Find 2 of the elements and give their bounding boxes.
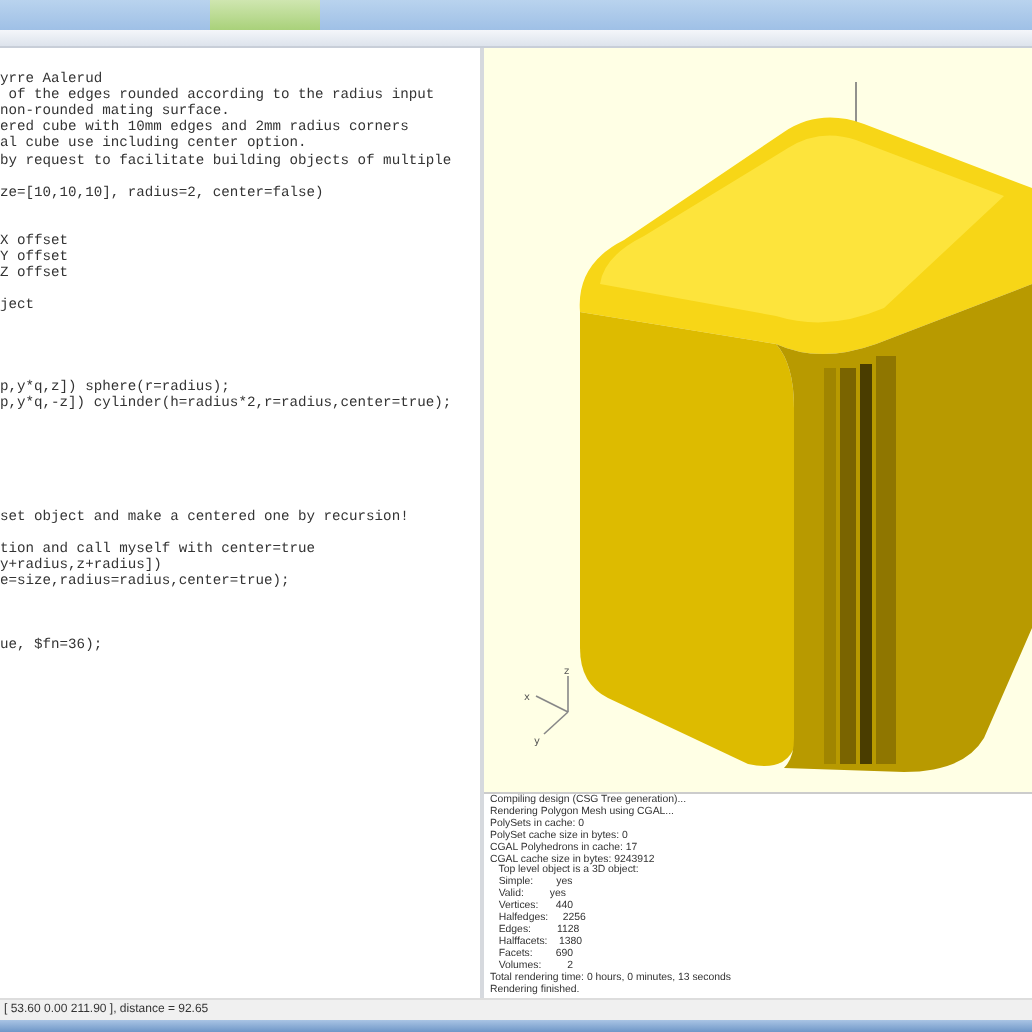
code-editor[interactable] — [0, 48, 484, 998]
axis-indicator-icon — [535, 675, 569, 735]
